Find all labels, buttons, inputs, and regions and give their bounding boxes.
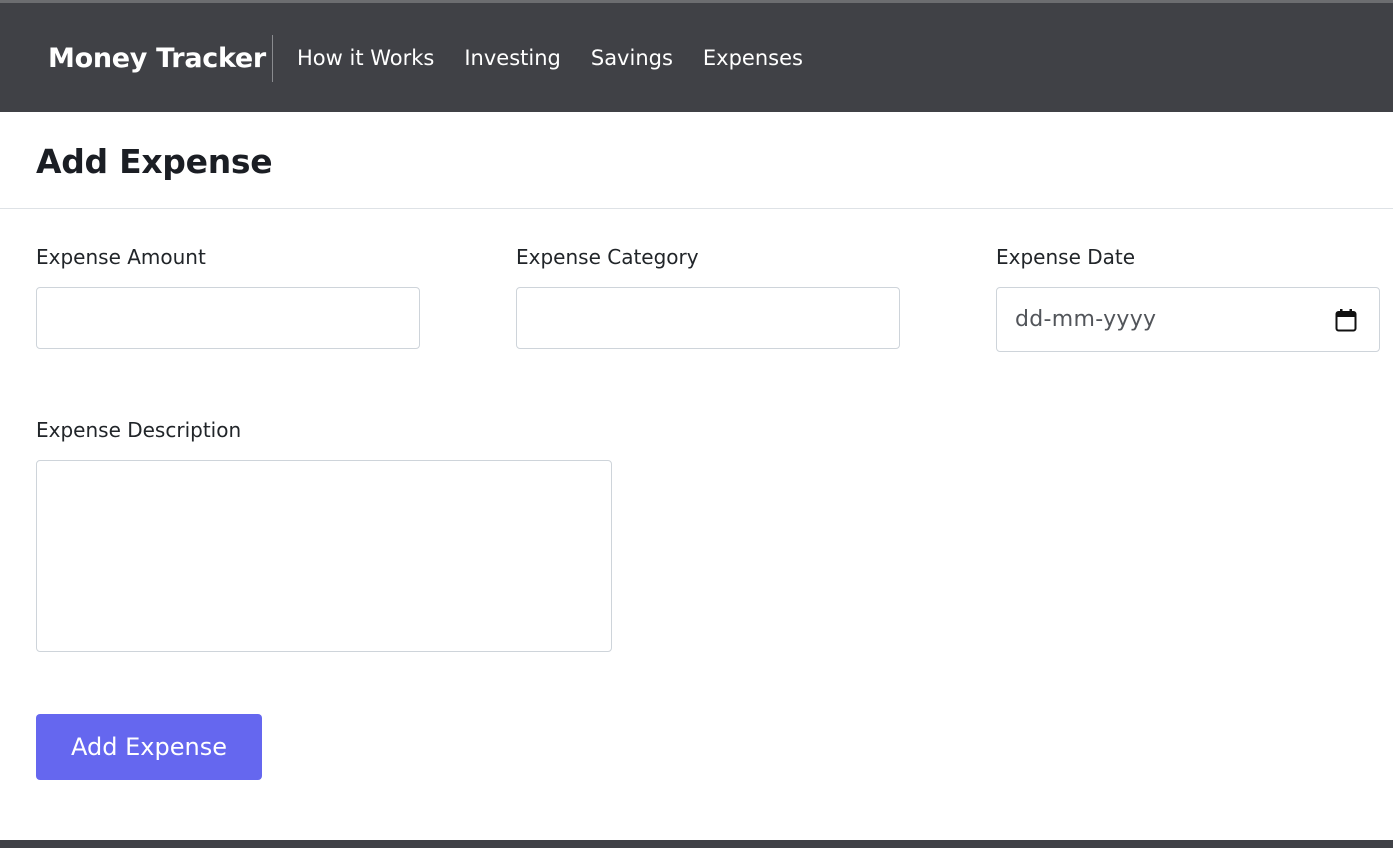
date-placeholder: dd-mm-yyyy [1015,307,1157,332]
footer-bar [0,840,1393,848]
nav-divider [272,35,273,82]
add-expense-button[interactable]: Add Expense [36,714,262,780]
nav-link-investing[interactable]: Investing [464,46,561,70]
nav-link-expenses[interactable]: Expenses [703,46,803,70]
top-navbar: Money Tracker How it Works Investing Sav… [0,3,1393,112]
expense-description-textarea[interactable] [36,460,612,652]
nav-links: How it Works Investing Savings Expenses [297,46,833,70]
expense-date-input[interactable]: dd-mm-yyyy [996,287,1380,352]
page-header: Add Expense [0,112,1393,209]
brand-logo-link[interactable]: Money Tracker [48,43,266,74]
calendar-icon[interactable] [1335,308,1357,332]
expense-amount-input[interactable] [36,287,420,349]
expense-date-label: Expense Date [996,245,1136,269]
expense-category-label: Expense Category [516,245,699,269]
expense-description-label: Expense Description [36,418,242,442]
expense-amount-label: Expense Amount [36,245,206,269]
page-title: Add Expense [36,142,273,181]
nav-link-how-it-works[interactable]: How it Works [297,46,434,70]
nav-link-savings[interactable]: Savings [591,46,673,70]
expense-category-input[interactable] [516,287,900,349]
